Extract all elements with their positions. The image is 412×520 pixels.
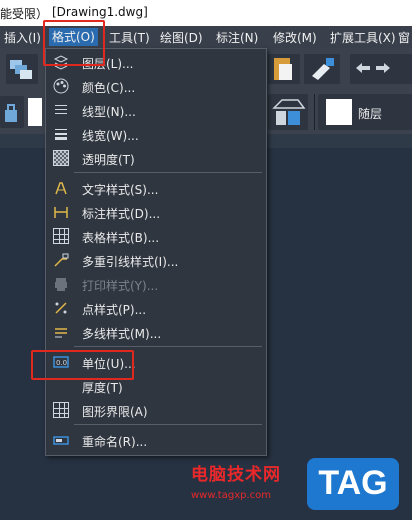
- rename-icon: [53, 436, 69, 445]
- menu-item-label: 厚度(T): [82, 381, 123, 395]
- layer-combo-value: 随层: [358, 107, 383, 121]
- menu-extend-tools[interactable]: 扩展工具(X): [330, 29, 396, 46]
- palette-icon: [53, 78, 69, 94]
- layer-properties-button[interactable]: [268, 94, 308, 130]
- menu-item-label: 表格样式(B)...: [82, 231, 160, 245]
- menu-draw[interactable]: 绘图(D): [160, 29, 203, 46]
- undo-redo-icon: [356, 63, 390, 73]
- menu-item-label: 颜色(C)...: [82, 81, 136, 95]
- menu-tools[interactable]: 工具(T): [109, 29, 150, 46]
- layer-stack-icon: [10, 60, 32, 79]
- menu-item-label: 多线样式(M)...: [82, 327, 162, 341]
- menu-modify[interactable]: 修改(M): [273, 29, 317, 46]
- color-swatch: [28, 98, 42, 126]
- toolbar-divider: [314, 94, 315, 130]
- menu-insert[interactable]: 插入(I): [4, 29, 41, 46]
- text-style-icon: [55, 182, 67, 195]
- layer-lock-button[interactable]: [0, 96, 24, 128]
- layer-manager-button[interactable]: [6, 54, 38, 84]
- menu-item-dimension-style[interactable]: 标注样式(D)...: [46, 201, 266, 223]
- menu-item-text-style[interactable]: 文字样式(S)...: [46, 177, 266, 199]
- menu-item-color[interactable]: 颜色(C)...: [46, 75, 266, 97]
- menu-item-point-style[interactable]: 点样式(P)...: [46, 297, 266, 319]
- plot-style-icon: [55, 278, 67, 291]
- multiline-style-icon: [55, 328, 67, 338]
- paste-button[interactable]: [268, 54, 300, 84]
- watermark-url: www.tagxp.com: [191, 490, 271, 501]
- menu-item-multiline-style[interactable]: 多线样式(M)...: [46, 321, 266, 343]
- lock-icon: [5, 104, 17, 122]
- dimension-style-icon: [54, 207, 68, 218]
- menu-dimension[interactable]: 标注(N): [216, 29, 258, 46]
- match-properties-button[interactable]: [304, 54, 340, 84]
- menu-item-table-style[interactable]: 表格样式(B)...: [46, 225, 266, 247]
- menu-item-label: 图形界限(A): [82, 405, 148, 419]
- clipboard-icon: [274, 58, 292, 80]
- lineweight-icon: [53, 126, 69, 142]
- brush-icon: [312, 58, 334, 80]
- transparency-icon: [53, 150, 69, 166]
- menu-item-label: 线型(N)...: [82, 105, 136, 119]
- menu-item-label: 文字样式(S)...: [82, 183, 159, 197]
- menu-item-label: 线宽(W)...: [82, 129, 139, 143]
- format-menu: 图层(L)... 颜色(C)... 线型(N)... 线宽(W)... 透明度(…: [45, 48, 267, 456]
- menu-item-rename[interactable]: 重命名(R)...: [46, 429, 266, 451]
- menu-separator: [74, 346, 262, 347]
- watermark-tag-logo: TAG: [307, 458, 399, 510]
- layer-combo[interactable]: 随层: [318, 94, 412, 130]
- menu-item-drawing-limits[interactable]: 图形界限(A): [46, 399, 266, 421]
- table-style-icon: [53, 228, 69, 244]
- layer-properties-icon: [272, 99, 306, 125]
- watermark-tag-text: TAG: [318, 464, 388, 502]
- menu-item-label: 点样式(P)...: [82, 303, 147, 317]
- undo-redo-group[interactable]: [350, 54, 412, 84]
- menu-separator: [74, 172, 262, 173]
- document-title: [Drawing1.dwg]: [52, 5, 148, 19]
- bylayer-color-swatch: [326, 99, 352, 125]
- menu-item-label: 打印样式(Y)...: [82, 279, 159, 293]
- menu-separator: [74, 424, 262, 425]
- highlight-format-menu: [43, 20, 105, 66]
- app-title: 能受限）: [0, 7, 49, 21]
- menu-item-label: 重命名(R)...: [82, 435, 148, 449]
- limits-icon: [53, 402, 69, 418]
- menu-item-label: 多重引线样式(I)...: [82, 255, 179, 269]
- menu-item-multileader-style[interactable]: 多重引线样式(I)...: [46, 249, 266, 271]
- menu-item-label: 透明度(T): [82, 153, 135, 167]
- menu-item-transparency[interactable]: 透明度(T): [46, 147, 266, 169]
- menu-item-label: 标注样式(D)...: [82, 207, 161, 221]
- menu-item-lineweight[interactable]: 线宽(W)...: [46, 123, 266, 145]
- multileader-style-icon: [54, 253, 69, 267]
- watermark-title: 电脑技术网: [191, 465, 281, 485]
- point-style-icon: [55, 302, 67, 314]
- menu-item-linetype[interactable]: 线型(N)...: [46, 99, 266, 121]
- linetype-icon: [53, 102, 69, 118]
- menu-item-plot-style: 打印样式(Y)...: [46, 273, 266, 295]
- watermark: 电脑技术网 www.tagxp.com TAG: [185, 458, 407, 512]
- highlight-units-item: [31, 350, 134, 380]
- menu-window[interactable]: 窗: [398, 29, 410, 46]
